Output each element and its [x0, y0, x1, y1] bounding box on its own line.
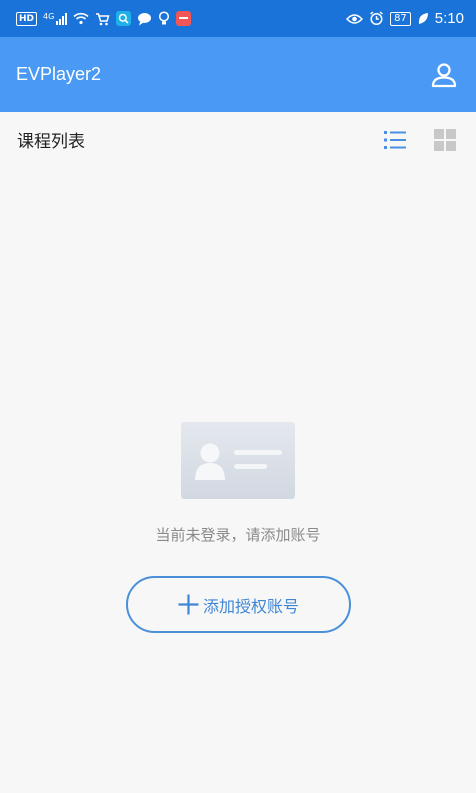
- network-type-label: 4G: [43, 11, 55, 21]
- leaf-icon: [418, 13, 428, 24]
- course-list-header: 课程列表: [0, 112, 476, 167]
- status-clock: 5:10: [434, 10, 464, 27]
- eye-icon: [346, 13, 364, 24]
- add-account-label: 添加授权账号: [202, 596, 299, 616]
- alarm-icon: [370, 11, 383, 26]
- section-title: 课程列表: [17, 132, 85, 152]
- status-bar-left: HD 4G: [16, 11, 192, 26]
- view-toggles: [384, 128, 456, 151]
- app-bar: EVPlayer2: [0, 37, 476, 112]
- hd-icon: HD: [16, 11, 38, 26]
- person-icon[interactable]: [431, 62, 457, 88]
- wifi-icon: [73, 12, 89, 25]
- chat-icon: [138, 12, 152, 25]
- empty-state-message: 当前未登录，请添加账号: [155, 526, 321, 544]
- plus-icon: [178, 594, 199, 615]
- bulb-icon: [159, 11, 170, 25]
- list-view-icon[interactable]: [384, 130, 406, 150]
- status-bar: HD 4G 87 5:10: [0, 0, 476, 37]
- add-account-button[interactable]: 添加授权账号: [126, 576, 351, 633]
- signal-icon: 4G: [43, 11, 68, 25]
- status-bar-right: 87 5:10: [346, 10, 464, 27]
- shopping-cart-icon: [96, 12, 110, 25]
- id-card-icon: [181, 422, 295, 499]
- red-app-icon: [176, 11, 192, 26]
- battery-indicator: 87: [390, 11, 411, 26]
- app-title: EVPlayer2: [16, 64, 102, 84]
- search-app-icon: [116, 11, 132, 26]
- grid-view-icon[interactable]: [434, 128, 456, 151]
